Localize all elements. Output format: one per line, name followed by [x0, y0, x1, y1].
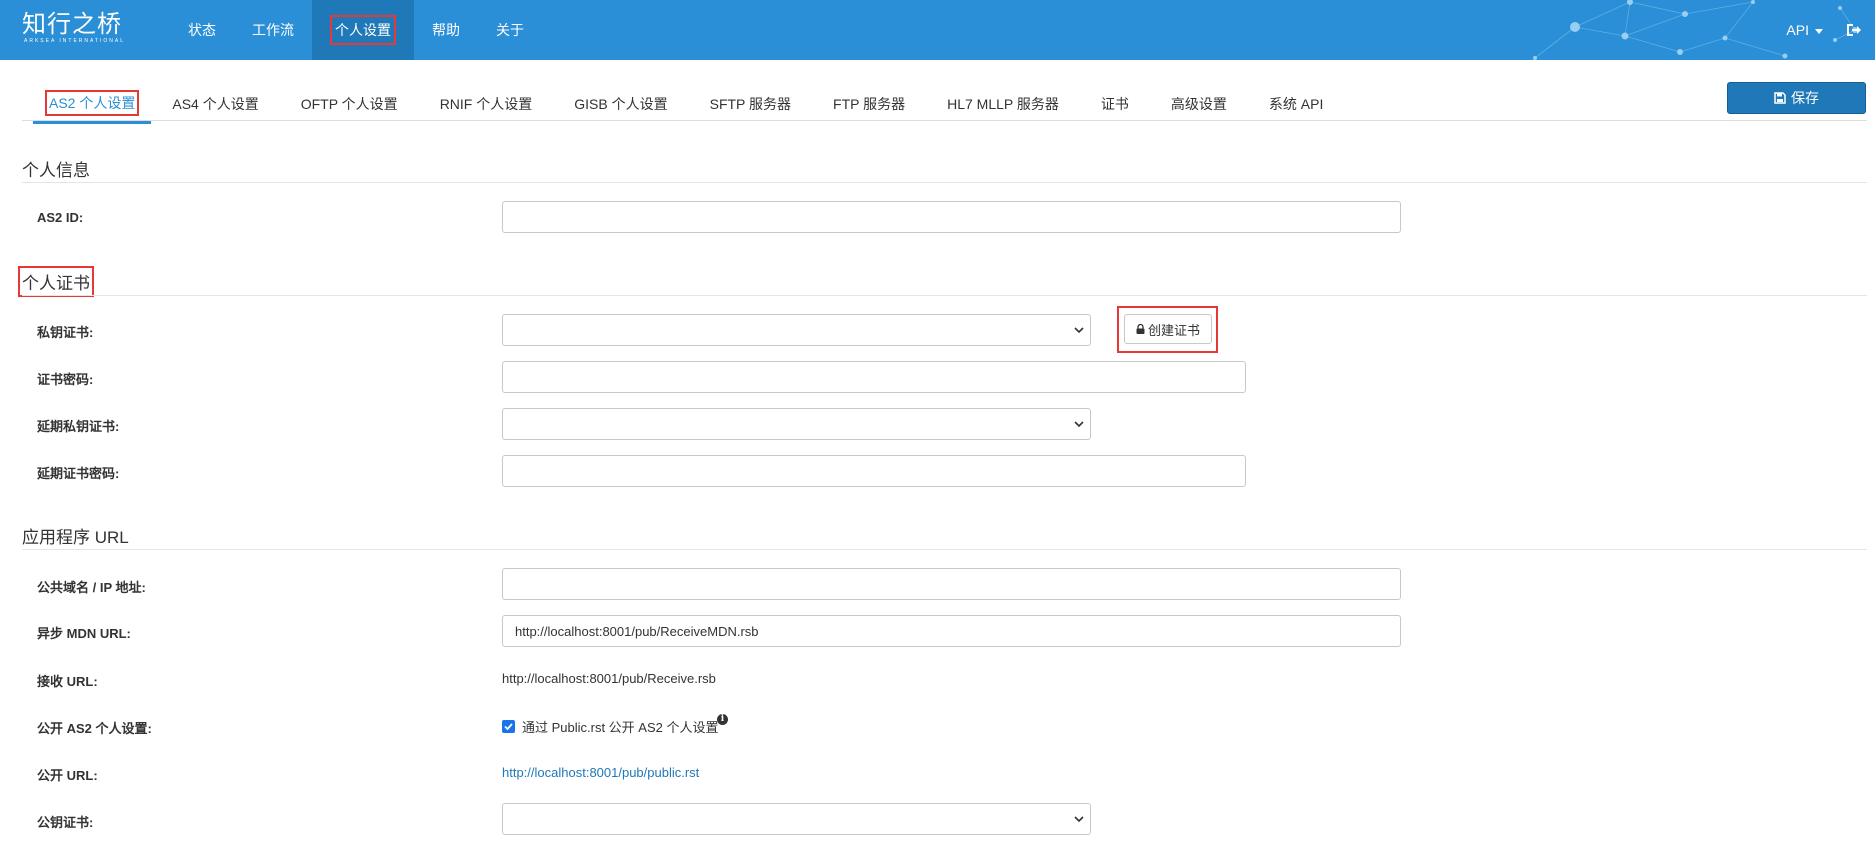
- tab-oftp-profile[interactable]: OFTP 个人设置: [280, 84, 419, 124]
- public-domain-input[interactable]: [502, 568, 1401, 600]
- logo-text: 知行之桥: [22, 10, 122, 38]
- info-icon[interactable]: i: [717, 714, 728, 725]
- sign-out-icon[interactable]: [1845, 21, 1863, 39]
- create-cert-highlight: 创建证书: [1117, 306, 1218, 353]
- tab-label: 证书: [1100, 96, 1129, 112]
- section-divider: [22, 182, 1867, 183]
- private-cert-label: 私钥证书:: [37, 325, 94, 340]
- section-divider: [22, 549, 1867, 550]
- public-as2-checkbox[interactable]: [502, 720, 515, 733]
- receive-url-value: http://localhost:8001/pub/Receive.rsb: [502, 671, 716, 686]
- api-dropdown[interactable]: API: [1786, 0, 1823, 60]
- save-icon: [1774, 92, 1786, 104]
- logo-subtext: ARKSEA INTERNATIONAL: [24, 38, 126, 44]
- deferred-cert-password-input[interactable]: [502, 455, 1246, 487]
- cert-password-input[interactable]: [502, 361, 1246, 393]
- save-button[interactable]: 保存: [1727, 82, 1866, 114]
- async-mdn-url-label: 异步 MDN URL:: [37, 626, 131, 641]
- tab-label: GISB 个人设置: [574, 96, 668, 112]
- section-divider: [22, 295, 1867, 296]
- nav-help[interactable]: 帮助: [414, 0, 478, 60]
- tab-label: SFTP 服务器: [709, 96, 792, 112]
- lock-icon: [1136, 324, 1145, 334]
- nav-label: 关于: [496, 22, 524, 38]
- tab-label: FTP 服务器: [833, 96, 906, 112]
- tab-advanced[interactable]: 高级设置: [1150, 84, 1248, 124]
- nav-profile[interactable]: 个人设置: [312, 0, 414, 60]
- async-mdn-url-input[interactable]: [502, 615, 1401, 647]
- tab-label: 高级设置: [1170, 96, 1227, 112]
- nav-about[interactable]: 关于: [478, 0, 542, 60]
- receive-url-label: 接收 URL:: [37, 674, 98, 689]
- nav-label: 工作流: [252, 22, 294, 38]
- cert-password-label: 证书密码:: [37, 372, 94, 387]
- section-title-personal-info: 个人信息: [22, 161, 90, 180]
- tab-gisb-profile[interactable]: GISB 个人设置: [553, 84, 688, 124]
- profile-tabs: AS2 个人设置 AS4 个人设置 OFTP 个人设置 RNIF 个人设置 GI…: [33, 84, 1344, 124]
- caret-down-icon: [1815, 28, 1823, 34]
- main-nav: 状态 工作流 个人设置 帮助 关于: [170, 0, 542, 60]
- public-cert-label: 公钥证书:: [37, 815, 94, 830]
- tab-label: 系统 API: [1268, 96, 1324, 112]
- public-cert-select[interactable]: [502, 803, 1091, 835]
- section-title-personal-cert: 个人证书: [18, 266, 94, 297]
- as2-id-input[interactable]: [502, 201, 1401, 233]
- tab-label: OFTP 个人设置: [300, 96, 398, 112]
- tab-as4-profile[interactable]: AS4 个人设置: [151, 84, 279, 124]
- as2-id-label: AS2 ID:: [37, 210, 84, 225]
- tab-label: RNIF 个人设置: [439, 96, 533, 112]
- private-cert-select[interactable]: [502, 314, 1091, 346]
- create-cert-button[interactable]: 创建证书: [1124, 314, 1212, 344]
- api-label: API: [1786, 22, 1809, 38]
- public-url-label: 公开 URL:: [37, 768, 98, 783]
- public-domain-label: 公共域名 / IP 地址:: [37, 580, 146, 595]
- tabs-divider: [22, 120, 1867, 121]
- app-logo[interactable]: 知行之桥 ARKSEA INTERNATIONAL: [22, 10, 125, 45]
- tab-sftp-server[interactable]: SFTP 服务器: [689, 84, 812, 124]
- tab-certificates[interactable]: 证书: [1080, 84, 1150, 124]
- nav-label: 个人设置: [330, 15, 396, 45]
- public-url-link[interactable]: http://localhost:8001/pub/public.rst: [502, 765, 699, 780]
- chevron-down-icon: [1074, 421, 1084, 428]
- checkmark-icon: [504, 723, 513, 731]
- save-label: 保存: [1791, 90, 1819, 106]
- tab-as2-profile[interactable]: AS2 个人设置: [33, 84, 152, 124]
- chevron-down-icon: [1074, 327, 1084, 334]
- top-navbar: 知行之桥 ARKSEA INTERNATIONAL 状态 工作流 个人设置 帮助…: [0, 0, 1875, 60]
- tab-label: AS2 个人设置: [45, 89, 140, 116]
- nav-label: 状态: [188, 22, 216, 38]
- nav-status[interactable]: 状态: [170, 0, 234, 60]
- tab-label: HL7 MLLP 服务器: [947, 96, 1059, 112]
- tab-system-api[interactable]: 系统 API: [1248, 84, 1344, 124]
- deferred-private-cert-label: 延期私钥证书:: [37, 419, 120, 434]
- tab-hl7-mllp-server[interactable]: HL7 MLLP 服务器: [926, 84, 1080, 124]
- chevron-down-icon: [1074, 816, 1084, 823]
- public-as2-label: 公开 AS2 个人设置:: [37, 721, 152, 736]
- nav-workflow[interactable]: 工作流: [234, 0, 312, 60]
- tab-ftp-server[interactable]: FTP 服务器: [812, 84, 926, 124]
- deferred-private-cert-select[interactable]: [502, 408, 1091, 440]
- tab-label: AS4 个人设置: [172, 96, 259, 112]
- create-cert-label: 创建证书: [1147, 322, 1200, 338]
- public-as2-check-label[interactable]: 通过 Public.rst 公开 AS2 个人设置: [522, 717, 718, 736]
- tab-rnif-profile[interactable]: RNIF 个人设置: [419, 84, 554, 124]
- nav-label: 帮助: [432, 22, 460, 38]
- section-title-app-url: 应用程序 URL: [22, 528, 129, 547]
- deferred-cert-password-label: 延期证书密码:: [37, 466, 120, 481]
